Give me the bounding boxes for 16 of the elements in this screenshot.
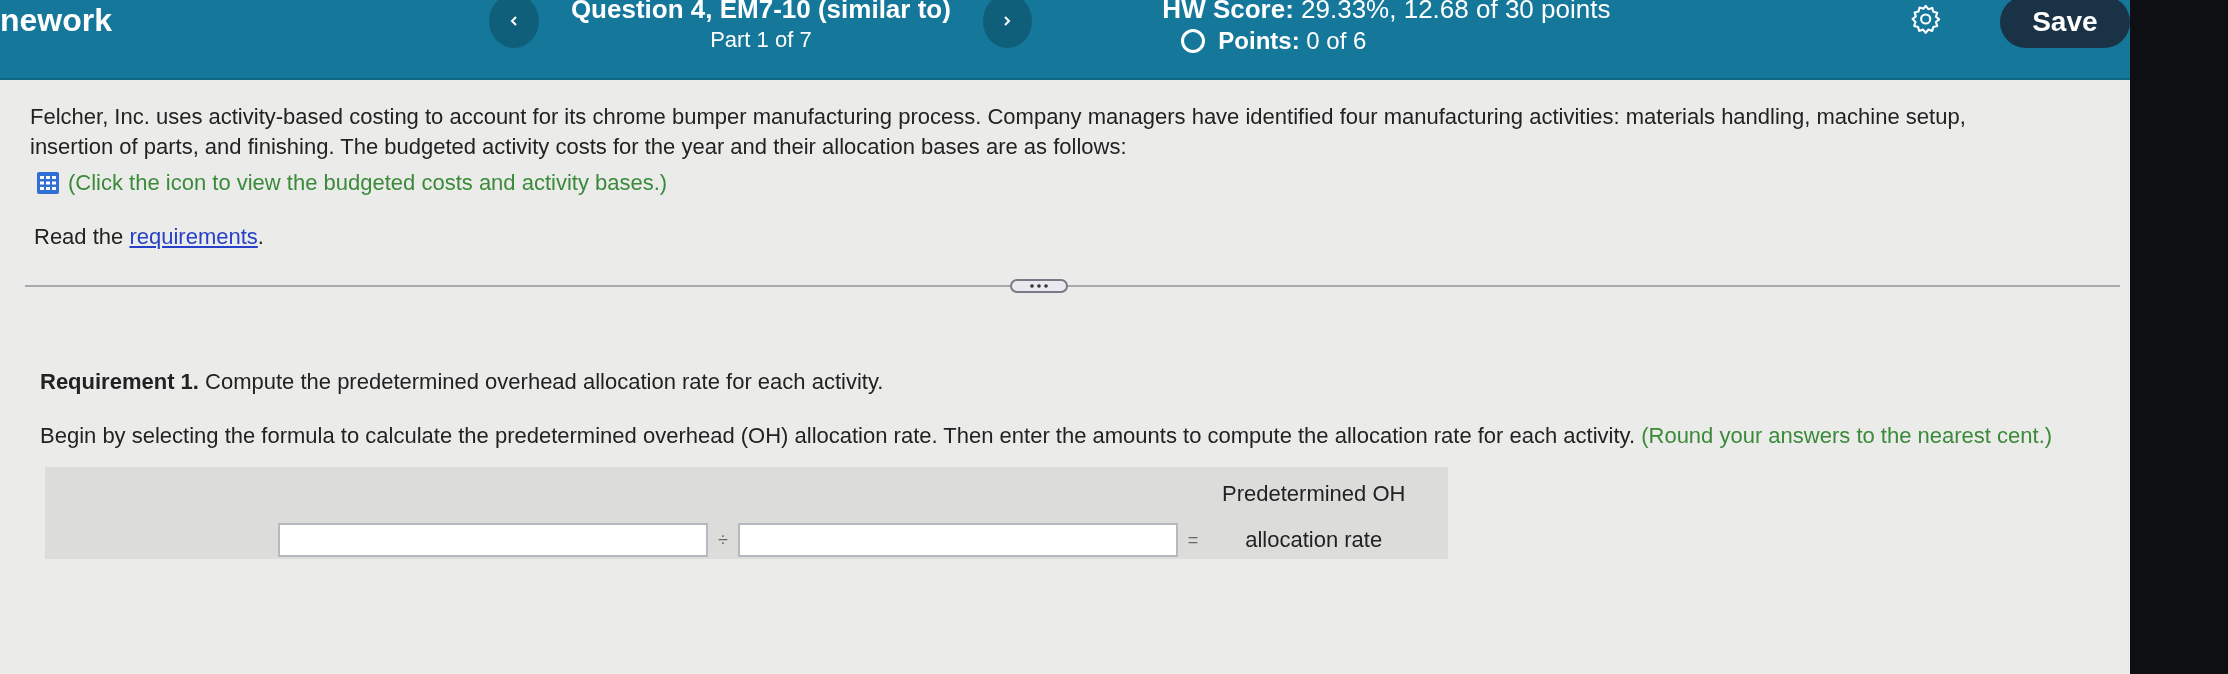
equals-sign: = <box>1186 530 1200 551</box>
requirement-title: Requirement 1. Compute the predetermined overhead allocation rate for each activity. <box>40 369 885 395</box>
divide-sign: ÷ <box>717 530 729 551</box>
result-label: Predetermined OH <box>1222 480 1406 508</box>
points-label: Points: 0 of 6 <box>1218 27 1367 55</box>
instruction-text: Begin by selecting the formula to calculate the predetermined overhead (OH) allocation rate. Then enter the amounts to compute the allocation rate for each activity. (Round your answers to the nearest cent.) <box>40 422 2054 450</box>
result-label: allocation rate <box>1245 526 1383 554</box>
problem-text: Felcher, Inc. uses activity-based costing to account for its chrome bumper manufacturing process. Company managers have identified four manufacturing activities: materials handling, machine setup, insertion of parts, and finishing. The budgeted activity costs for the year and their allocation bases are as follows: <box>30 103 1967 161</box>
requirements-link[interactable]: requirements <box>129 224 258 249</box>
data-table-link[interactable]: (Click the icon to view the budgeted costs and activity bases.) <box>68 170 668 196</box>
hw-score: HW Score: 29.33%, 12.68 of 30 points <box>1162 0 1611 25</box>
part-indicator: Part 1 of 7 <box>710 27 812 53</box>
read-requirements-text: Read the requirements. <box>34 224 265 250</box>
question-title: Question 4, EM7-10 (similar to) <box>570 0 951 25</box>
app-title: nework <box>0 2 114 39</box>
save-button[interactable]: Save <box>1999 0 2130 48</box>
